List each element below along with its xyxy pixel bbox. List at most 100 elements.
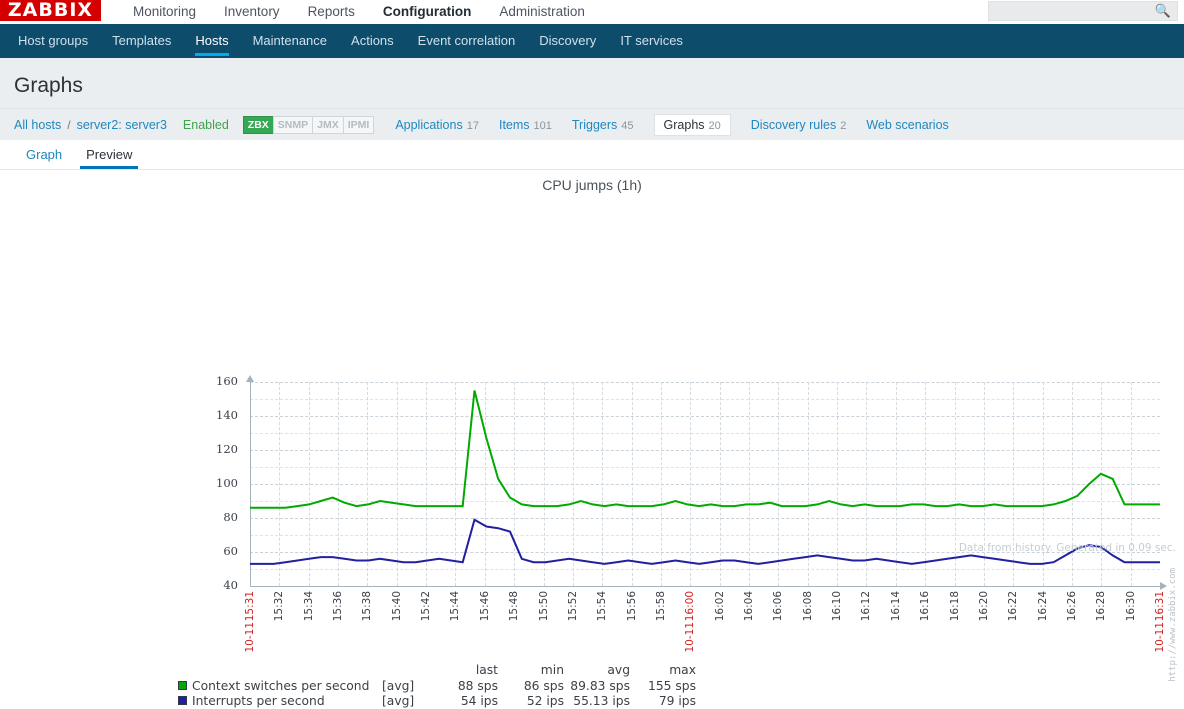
legend-header-row: last min avg max (178, 662, 700, 679)
breadcrumb-graphs-label[interactable]: Graphs (664, 118, 705, 132)
y-tick-label: 140 (216, 408, 238, 422)
x-tick-label: 15:58 (654, 591, 667, 622)
submenu-item-discovery[interactable]: Discovery (527, 24, 608, 58)
x-tick-label: 16:08 (801, 591, 814, 622)
protocol-badge-jmx: JMX (312, 115, 344, 134)
legend-avg-context-switches: 89.83 sps (570, 679, 630, 693)
menu-item-reports[interactable]: Reports (294, 0, 369, 24)
breadcrumb-triggers-label[interactable]: Triggers (572, 118, 617, 132)
breadcrumb-applications[interactable]: Applications 17 (395, 118, 479, 132)
legend-min-interrupts: 52 ips (526, 694, 564, 708)
menu-item-inventory[interactable]: Inventory (210, 0, 294, 24)
breadcrumb-graphs-count: 20 (708, 119, 721, 132)
chart-legend: last min avg max Context switches per se… (178, 662, 700, 709)
main-menu: Monitoring Inventory Reports Configurati… (119, 0, 599, 31)
generation-note: Data from history. Generated in 0.09 sec… (958, 542, 1176, 554)
x-tick-label: 16:20 (977, 591, 990, 622)
submenu-item-templates[interactable]: Templates (100, 24, 183, 58)
legend-row-context-switches: Context switches per second [avg] 88 sps… (178, 679, 700, 694)
breadcrumb-discovery-rules-label[interactable]: Discovery rules (751, 118, 836, 132)
legend-row-interrupts: Interrupts per second [avg] 54 ips 52 ip… (178, 694, 700, 709)
x-tick-label: 16:14 (889, 591, 902, 622)
legend-color-swatch-blue (178, 696, 187, 705)
submenu-item-it-services[interactable]: IT services (608, 24, 695, 58)
breadcrumb-web-scenarios-label[interactable]: Web scenarios (866, 118, 948, 132)
breadcrumb-triggers[interactable]: Triggers 45 (572, 118, 634, 132)
breadcrumb-web-scenarios[interactable]: Web scenarios (866, 118, 948, 132)
x-date-label: 10-11 (244, 622, 256, 653)
x-tick-label: 16:16 (919, 591, 932, 622)
submenu-item-hosts[interactable]: Hosts (183, 24, 240, 58)
x-tick-label: 15:56 (625, 591, 638, 622)
menu-item-configuration[interactable]: Configuration (369, 0, 485, 31)
x-tick-label: 16:06 (772, 591, 785, 622)
y-tick-label: 80 (223, 510, 238, 524)
tab-graph[interactable]: Graph (14, 147, 74, 169)
breadcrumb-discovery-rules-count: 2 (840, 119, 847, 132)
tab-bar: Graph Preview (0, 140, 1184, 170)
global-search[interactable]: 🔍 (988, 1, 1178, 21)
legend-swatch-cell-1 (178, 694, 192, 709)
submenu-item-actions[interactable]: Actions (339, 24, 406, 58)
x-tick-label: 15:44 (449, 591, 462, 622)
series-line-context-switches (250, 390, 1160, 509)
breadcrumb-graphs[interactable]: Graphs 20 (653, 113, 731, 136)
legend-name-context-switches: Context switches per second (192, 679, 370, 693)
protocol-badge-snmp: SNMP (272, 115, 314, 134)
zabbix-logo[interactable]: ZABBIX (0, 0, 101, 21)
sub-menu: Host groups Templates Hosts Maintenance … (0, 24, 1184, 58)
graph-preview: CPU jumps (1h) 40 60 80 100 120 140 160 15:31 1… (0, 170, 1184, 708)
legend-func-context-switches: [avg] (382, 679, 415, 693)
submenu-item-event-correlation[interactable]: Event correlation (406, 24, 528, 58)
menu-item-administration[interactable]: Administration (485, 0, 599, 24)
x-tick-label: 16:12 (860, 591, 873, 622)
x-tick-label: 15:52 (566, 591, 579, 622)
submenu-item-maintenance[interactable]: Maintenance (241, 24, 339, 58)
breadcrumb-items-count: 101 (533, 119, 552, 132)
menu-item-monitoring[interactable]: Monitoring (119, 0, 210, 24)
legend-min-context-switches: 86 sps (523, 679, 564, 693)
protocol-badges: ZBX SNMP JMX IPMI (242, 115, 375, 134)
zabbix-watermark: http://www.zabbix.com (1168, 568, 1178, 682)
legend-avg-interrupts: 55.13 ips (573, 694, 630, 708)
legend-max-interrupts: 79 ips (658, 694, 696, 708)
breadcrumb-discovery-rules[interactable]: Discovery rules 2 (751, 118, 847, 132)
host-status[interactable]: Enabled (183, 118, 229, 132)
x-tick-label: 16:04 (743, 591, 756, 622)
breadcrumb-items-label[interactable]: Items (499, 118, 530, 132)
legend-header-func (382, 662, 436, 679)
breadcrumb-separator: / (67, 117, 71, 132)
chart-plot-area (250, 390, 1160, 565)
x-tick-label: 15:48 (508, 591, 521, 622)
search-icon[interactable]: 🔍 (1154, 3, 1172, 19)
legend-header-name (192, 662, 382, 679)
y-tick-label: 40 (223, 578, 238, 592)
submenu-item-host-groups[interactable]: Host groups (6, 24, 100, 58)
tab-preview[interactable]: Preview (74, 147, 144, 169)
protocol-badge-zbx: ZBX (242, 115, 274, 134)
breadcrumb-applications-label[interactable]: Applications (395, 118, 462, 132)
x-tick-label: 15:54 (596, 591, 609, 622)
breadcrumb-applications-count: 17 (466, 119, 479, 132)
top-header: ZABBIX Monitoring Inventory Reports Conf… (0, 0, 1184, 31)
legend-swatch-cell-0 (178, 679, 192, 694)
breadcrumb-all-hosts[interactable]: All hosts (14, 118, 61, 132)
breadcrumb: All hosts / server2: server3 Enabled ZBX… (0, 108, 1184, 140)
y-tick-label: 100 (216, 476, 238, 490)
x-tick-label: 16:22 (1007, 591, 1020, 622)
breadcrumb-items[interactable]: Items 101 (499, 118, 552, 132)
x-tick-label: 16:24 (1036, 591, 1049, 622)
breadcrumb-host[interactable]: server2: server3 (77, 118, 167, 132)
x-tick-label: 16:31 (1154, 591, 1166, 622)
search-input[interactable] (994, 2, 1154, 20)
legend-func-interrupts: [avg] (382, 694, 415, 708)
y-tick-label: 120 (216, 442, 238, 456)
chart-title: CPU jumps (1h) (542, 177, 642, 193)
x-axis-line (250, 586, 1160, 587)
page-title: Graphs (14, 74, 83, 97)
page-header: Graphs (0, 58, 1184, 108)
legend-last-interrupts: 54 ips (460, 694, 498, 708)
x-tick-label: 16:28 (1095, 591, 1108, 622)
x-tick-label: 15:42 (420, 591, 433, 622)
legend-header-max: max (669, 663, 696, 677)
